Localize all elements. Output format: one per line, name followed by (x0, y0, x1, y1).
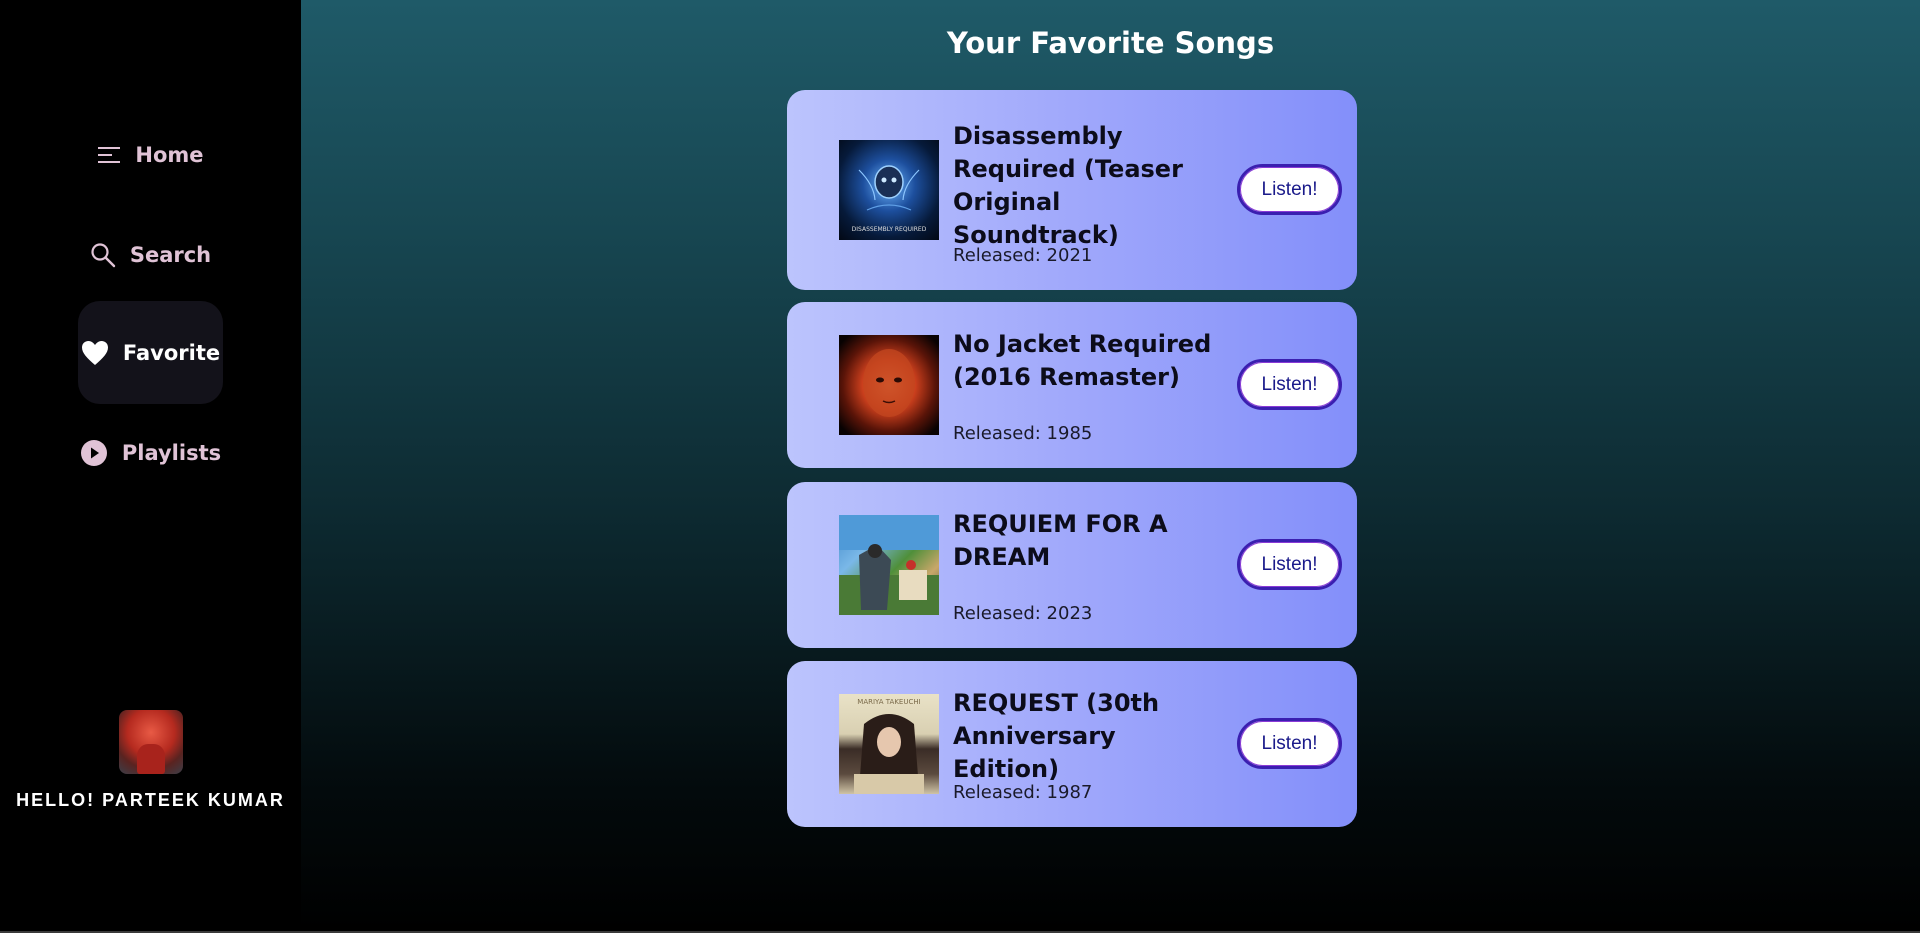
avatar[interactable] (118, 710, 183, 774)
song-title: Disassembly Required (Teaser Original So… (953, 122, 1183, 249)
sidebar-item-label: Search (129, 242, 212, 267)
album-cover (839, 335, 939, 435)
sidebar-item-favorite[interactable]: Favorite (78, 301, 223, 404)
page-title: Your Favorite Songs (946, 26, 1275, 60)
user-profile: HELLO! PARTEEK KUMAR (0, 710, 301, 811)
release-year: Released: 2023 (953, 603, 1093, 624)
listen-button[interactable]: Listen! (1237, 164, 1342, 215)
release-year: Released: 1987 (953, 782, 1093, 803)
search-icon (90, 242, 116, 268)
sidebar-item-home[interactable]: Home (78, 103, 223, 206)
song-card: MARIYA TAKEUCHI REQUEST (30th Anniversar… (787, 661, 1357, 827)
menu-lines-icon (97, 145, 121, 165)
album-cover: MARIYA TAKEUCHI (839, 694, 939, 794)
song-title: REQUEST (30th Anniversary Edition) (953, 689, 1160, 783)
cover-caption: DISASSEMBLY REQUIRED (851, 226, 927, 233)
sidebar-item-playlists[interactable]: Playlists (78, 401, 223, 504)
song-title: No Jacket Required (2016 Remaster) (953, 330, 1212, 391)
sidebar-item-label: Playlists (121, 440, 222, 465)
sidebar-item-label: Favorite (122, 340, 221, 365)
album-cover: DISASSEMBLY REQUIRED (839, 140, 939, 240)
song-card: REQUIEM FOR A DREAM Released: 2023 Liste… (787, 482, 1357, 648)
release-year: Released: 1985 (953, 423, 1093, 444)
listen-button[interactable]: Listen! (1237, 718, 1342, 769)
song-title: REQUIEM FOR A DREAM (953, 510, 1168, 571)
play-circle-icon (80, 439, 108, 467)
cover-caption: MARIYA TAKEUCHI (857, 698, 921, 706)
release-year: Released: 2021 (953, 245, 1093, 266)
song-card: DISASSEMBLY REQUIRED Disassembly Require… (787, 90, 1357, 290)
album-cover (839, 515, 939, 615)
song-card: No Jacket Required (2016 Remaster) Relea… (787, 302, 1357, 468)
listen-button[interactable]: Listen! (1237, 539, 1342, 590)
listen-button[interactable]: Listen! (1237, 359, 1342, 410)
heart-icon (81, 340, 109, 366)
main-content: Your Favorite Songs DISASSEMBLY REQUIRED… (301, 0, 1920, 931)
greeting-text: HELLO! PARTEEK KUMAR (16, 790, 285, 810)
sidebar: Home Search Favorite Playlists HELLO! PA… (0, 0, 301, 933)
sidebar-item-label: Home (135, 142, 204, 167)
sidebar-item-search[interactable]: Search (78, 203, 223, 306)
